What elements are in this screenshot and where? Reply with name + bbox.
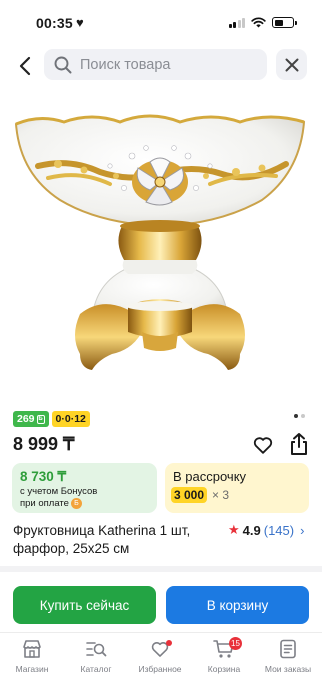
product-photo [14,114,306,370]
tab-label: Магазин [15,664,49,674]
chevron-left-icon [19,56,31,76]
cart-count-badge: 15 [229,637,242,650]
rating-value: 4.9 [242,522,261,538]
heart-icon [253,437,273,454]
bottom-tab-bar: Магазин Каталог Избранное 15 Корзина Мои… [0,632,322,700]
tab-label: Корзина [207,664,241,674]
tab-favorites[interactable]: Избранное [128,639,192,679]
star-icon: ★ [228,522,240,537]
close-icon [285,58,298,71]
bonus-note: с учетом Бонусов при оплате Б [20,486,97,510]
orders-icon [280,639,296,659]
installment-title: В рассрочку [173,469,247,484]
status-bar: 00:35 ♥ [0,0,322,44]
action-bar: Купить сейчас В корзину [0,572,322,632]
close-button[interactable] [276,49,307,80]
installment-multiplier: × 3 [212,488,230,502]
tab-my-orders[interactable]: Мои заказы [256,639,320,679]
battery-icon [272,17,297,28]
product-image-gallery[interactable] [0,92,322,394]
status-time: 00:35 [36,15,73,31]
installment-badge: 0·0·12 [51,411,90,427]
status-heart-icon: ♥ [76,15,84,30]
product-title: Фруктовница Katherina 1 шт, фарфор, 25x2… [13,523,191,556]
add-to-cart-button[interactable]: В корзину [166,586,309,624]
tab-store[interactable]: Магазин [0,639,64,679]
share-icon [291,433,307,455]
search-icon [54,56,72,73]
tab-label: Избранное [138,664,182,674]
top-bar [0,44,322,88]
product-price: 8 999 ₸ [13,434,75,454]
gallery-dot[interactable] [301,414,305,418]
cellular-signal-icon [228,17,245,28]
favorites-notification-dot [166,640,172,646]
promo-badges: 269 Б 0·0·12 [13,411,90,427]
rating-link[interactable]: ★ 4.9 (145) › [228,522,304,538]
bonus-note-line2: при оплате [20,498,69,510]
bonus-note-line1: с учетом Бонусов [20,486,98,497]
bonus-price: 8 730 ₸ [20,469,67,484]
back-button[interactable] [12,52,38,80]
tab-cart[interactable]: 15 Корзина [192,637,256,679]
favorite-button[interactable] [252,434,274,456]
gallery-dot-active[interactable] [294,414,298,418]
store-icon [23,640,41,658]
search-input[interactable] [80,56,250,73]
status-icons [228,17,297,28]
chevron-right-icon: › [300,522,305,538]
bonus-badge-value: 269 [17,413,35,425]
reviews-count[interactable]: (145) [264,523,294,538]
tab-label: Каталог [80,664,112,674]
tab-label: Мои заказы [264,664,312,674]
installment-card[interactable]: В рассрочку 3 000 × 3 [165,463,309,513]
installment-amount: 3 000 [171,487,208,503]
share-button[interactable] [288,432,310,456]
tab-catalog[interactable]: Каталог [64,639,128,679]
search-bar[interactable] [44,49,267,80]
gallery-pagination[interactable] [294,414,305,418]
buy-now-button[interactable]: Купить сейчас [13,586,156,624]
wifi-icon [251,17,266,28]
bonus-badge-icon: Б [36,414,45,424]
catalog-search-icon [86,642,107,657]
bonus-coin-icon: Б [70,498,82,509]
bonus-price-card[interactable]: 8 730 ₸ с учетом Бонусов при оплате Б [12,463,157,513]
bonus-badge: 269 Б [13,411,49,427]
